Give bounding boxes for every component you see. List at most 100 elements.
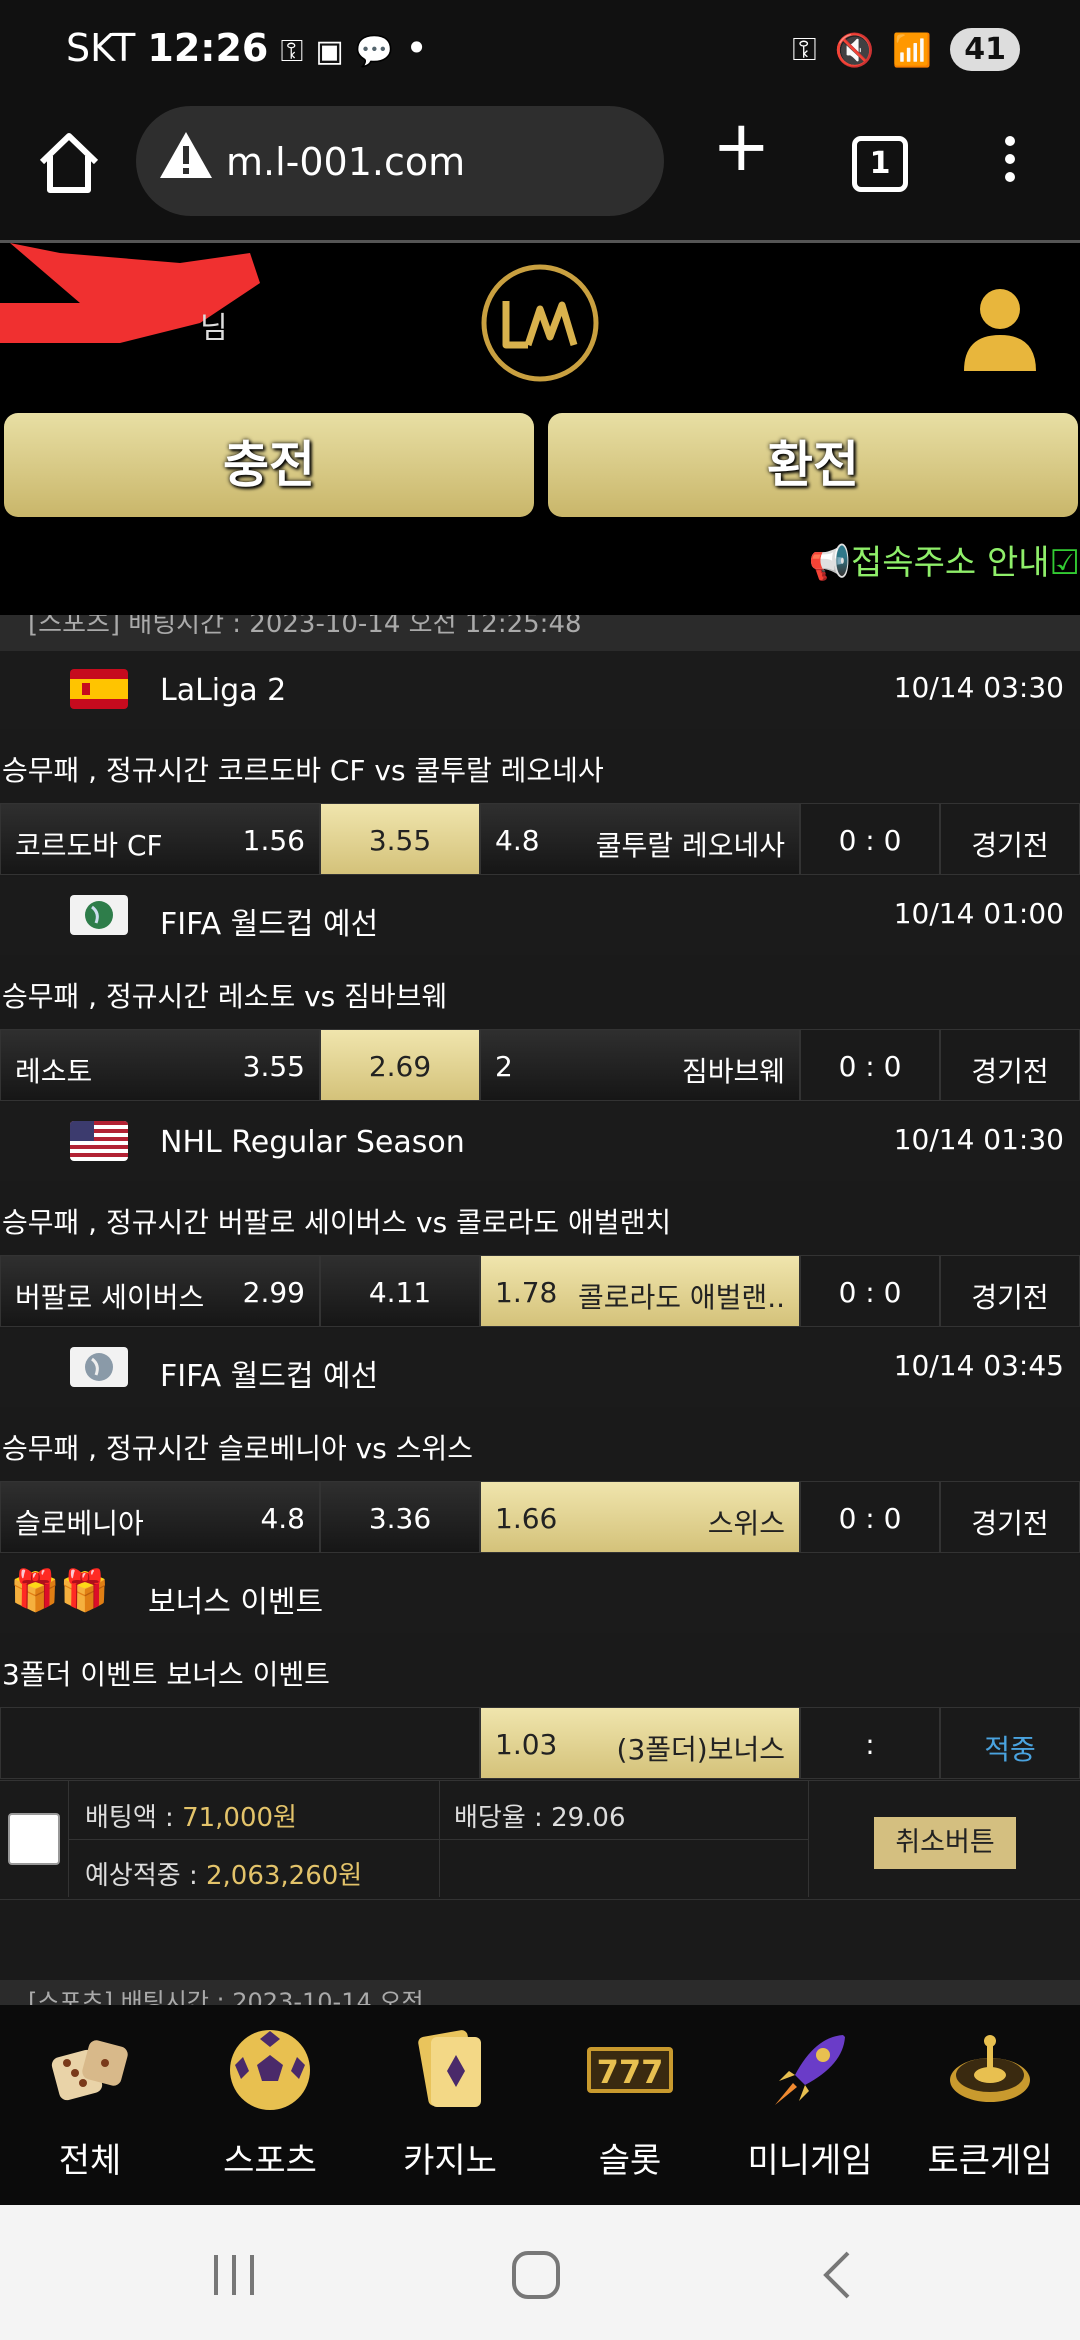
away-odds-cell[interactable]: 4.8 쿨투랄 레오네사 xyxy=(480,803,800,875)
home-icon[interactable] xyxy=(34,128,104,198)
bonus-title: 3폴더 이벤트 보너스 이벤트 xyxy=(2,1658,330,1691)
rocket-icon xyxy=(775,2035,845,2105)
nav-all[interactable]: 전체 xyxy=(0,2005,180,2205)
bet-history-list[interactable]: [스포츠] 배팅시간 : 2023-10-14 오전 12:25:48 LaLi… xyxy=(0,615,1080,2005)
status-bar: SKT 12:26 ⚿ ▣ 💬 • ⚿ 🔇 📶 41 xyxy=(0,0,1080,100)
screenshot-icon: ▣ xyxy=(315,34,344,69)
away-team: 콜로라도 애벌랜.. xyxy=(577,1281,785,1314)
browser-toolbar: m.l-001.com + 1 xyxy=(0,100,1080,243)
more-menu-icon[interactable] xyxy=(1000,132,1020,192)
bet-row: 슬로베니아 4.8 3.36 1.66 스위스 0 : 0 경기전 xyxy=(0,1481,1080,1555)
league-row: NHL Regular Season 10/14 01:30 xyxy=(0,1103,1080,1182)
fifa-globe-icon xyxy=(70,895,128,935)
score-cell: : xyxy=(800,1707,940,1779)
match-title: 승무패 , 정규시간 슬로베니아 vs 스위스 xyxy=(2,1432,473,1465)
nav-slot[interactable]: 777 슬롯 xyxy=(540,2005,720,2205)
soccer-ball-icon xyxy=(230,2030,310,2110)
league-name: FIFA 월드컵 예선 xyxy=(160,1359,379,1394)
away-team: 짐바브웨 xyxy=(681,1055,785,1088)
match-status: 경기전 xyxy=(971,829,1049,862)
away-odds: 2 xyxy=(495,1050,513,1083)
odds-cell: 배당율 : 29.06 xyxy=(438,1781,809,1840)
draw-odds: 3.55 xyxy=(368,824,432,857)
total-odds: 29.06 xyxy=(551,1803,626,1833)
nav-minigame[interactable]: 미니게임 xyxy=(720,2005,900,2205)
url-bar[interactable]: m.l-001.com xyxy=(136,106,664,216)
home-odds-cell[interactable]: 슬로베니아 4.8 xyxy=(0,1481,320,1553)
next-bet-time-text: [스포츠] 배팅시간 : 2023-10-14 오전 xyxy=(28,1988,424,2005)
league-name: NHL Regular Season xyxy=(160,1125,465,1160)
new-tab-button[interactable]: + xyxy=(712,111,771,181)
score-cell: 0 : 0 xyxy=(800,1029,940,1101)
expected-cell: 예상적중 : 2,063,260원 xyxy=(68,1839,440,1897)
battery-icon: 41 xyxy=(950,28,1020,71)
score-cell: 0 : 0 xyxy=(800,803,940,875)
draw-odds: 4.11 xyxy=(368,1276,432,1309)
empty-summary-cell xyxy=(438,1839,809,1897)
draw-odds-cell[interactable]: 3.36 xyxy=(320,1481,480,1553)
home-odds: 4.8 xyxy=(260,1502,305,1535)
mute-icon: 🔇 xyxy=(834,30,875,69)
home-team: 버팔로 세이버스 xyxy=(15,1281,205,1314)
draw-odds-cell[interactable]: 2.69 xyxy=(320,1029,480,1101)
talk-icon: 💬 xyxy=(355,34,394,69)
odds-label: 배당율 : xyxy=(454,1803,552,1833)
warning-icon xyxy=(160,132,212,178)
nav-label: 토큰게임 xyxy=(927,2141,1053,2181)
score: 0 : 0 xyxy=(838,824,902,857)
notice-text: 접속주소 안내 xyxy=(851,543,1050,583)
match-status: 적중 xyxy=(984,1733,1036,1766)
bet-amount-label: 배팅액 : xyxy=(85,1803,183,1833)
nav-label: 카지노 xyxy=(403,2141,497,2181)
back-icon[interactable] xyxy=(810,2245,870,2305)
match-time: 10/14 03:30 xyxy=(893,671,1064,704)
score-cell: 0 : 0 xyxy=(800,1255,940,1327)
nav-label: 스포츠 xyxy=(223,2141,317,2181)
withdraw-button[interactable]: 환전 xyxy=(548,413,1078,517)
away-odds-cell[interactable]: 1.78 콜로라도 애벌랜.. xyxy=(480,1255,800,1327)
carrier: SKT xyxy=(66,26,136,70)
vpn-key-icon: ⚿ xyxy=(792,30,817,68)
bet-row: 레소토 3.55 2.69 2 짐바브웨 0 : 0 경기전 xyxy=(0,1029,1080,1103)
match-status: 경기전 xyxy=(971,1055,1049,1088)
user-profile-icon[interactable] xyxy=(962,285,1038,375)
nav-sports[interactable]: 스포츠 xyxy=(180,2005,360,2205)
match-time: 10/14 03:45 xyxy=(893,1349,1064,1382)
score: 0 : 0 xyxy=(838,1502,902,1535)
away-odds-cell[interactable]: 1.66 스위스 xyxy=(480,1481,800,1553)
select-checkbox[interactable] xyxy=(8,1813,60,1865)
match-title: 승무패 , 정규시간 레소토 vs 짐바브웨 xyxy=(2,980,448,1013)
svg-text:777: 777 xyxy=(597,2053,664,2091)
notice-marquee[interactable]: 📢접속주소 안내☑ xyxy=(809,535,1080,584)
nav-casino[interactable]: 카지노 xyxy=(360,2005,540,2205)
bet-amount-cell: 배팅액 : 71,000원 xyxy=(68,1781,440,1840)
site-logo[interactable] xyxy=(478,261,602,385)
match-title: 승무패 , 정규시간 코르도바 CF vs 쿨투랄 레오네사 xyxy=(2,754,604,787)
score: 0 : 0 xyxy=(838,1276,902,1309)
bet-summary: 배팅액 : 71,000원 배당율 : 29.06 예상적중 : 2,063,2… xyxy=(0,1780,1080,1900)
away-odds-cell[interactable]: 2 짐바브웨 xyxy=(480,1029,800,1101)
bonus-league-row: 🎁🎁 보너스 이벤트 xyxy=(0,1555,1080,1634)
draw-odds-cell[interactable]: 3.55 xyxy=(320,803,480,875)
league-name: 보너스 이벤트 xyxy=(148,1585,324,1620)
tab-switcher-button[interactable]: 1 xyxy=(852,136,908,192)
bet-time-text: [스포츠] 배팅시간 : 2023-10-14 오전 12:25:48 xyxy=(28,615,582,639)
deposit-button[interactable]: 충전 xyxy=(4,413,534,517)
next-bet-header: [스포츠] 배팅시간 : 2023-10-14 오전 xyxy=(0,1980,1080,2005)
usa-flag-icon xyxy=(70,1121,128,1161)
league-row: LaLiga 2 10/14 03:30 xyxy=(0,651,1080,730)
spain-flag-icon xyxy=(70,669,128,709)
cancel-bet-button[interactable]: 취소버튼 xyxy=(874,1817,1016,1869)
nav-token-game[interactable]: 토큰게임 xyxy=(900,2005,1080,2205)
expected-label: 예상적중 : xyxy=(85,1861,206,1891)
bonus-title-row: 3폴더 이벤트 보너스 이벤트 xyxy=(0,1633,1080,1708)
home-odds-cell[interactable]: 레소토 3.55 xyxy=(0,1029,320,1101)
home-team: 슬로베니아 xyxy=(15,1507,144,1540)
home-odds-cell[interactable]: 코르도바 CF 1.56 xyxy=(0,803,320,875)
home-odds-cell[interactable]: 버팔로 세이버스 2.99 xyxy=(0,1255,320,1327)
bonus-odds-cell[interactable]: 1.03 (3폴더)보너스 xyxy=(480,1707,800,1779)
status-left: SKT 12:26 ⚿ ▣ 💬 • xyxy=(66,26,428,70)
home-system-icon[interactable] xyxy=(506,2245,566,2305)
recent-apps-icon[interactable] xyxy=(204,2245,264,2305)
draw-odds-cell[interactable]: 4.11 xyxy=(320,1255,480,1327)
